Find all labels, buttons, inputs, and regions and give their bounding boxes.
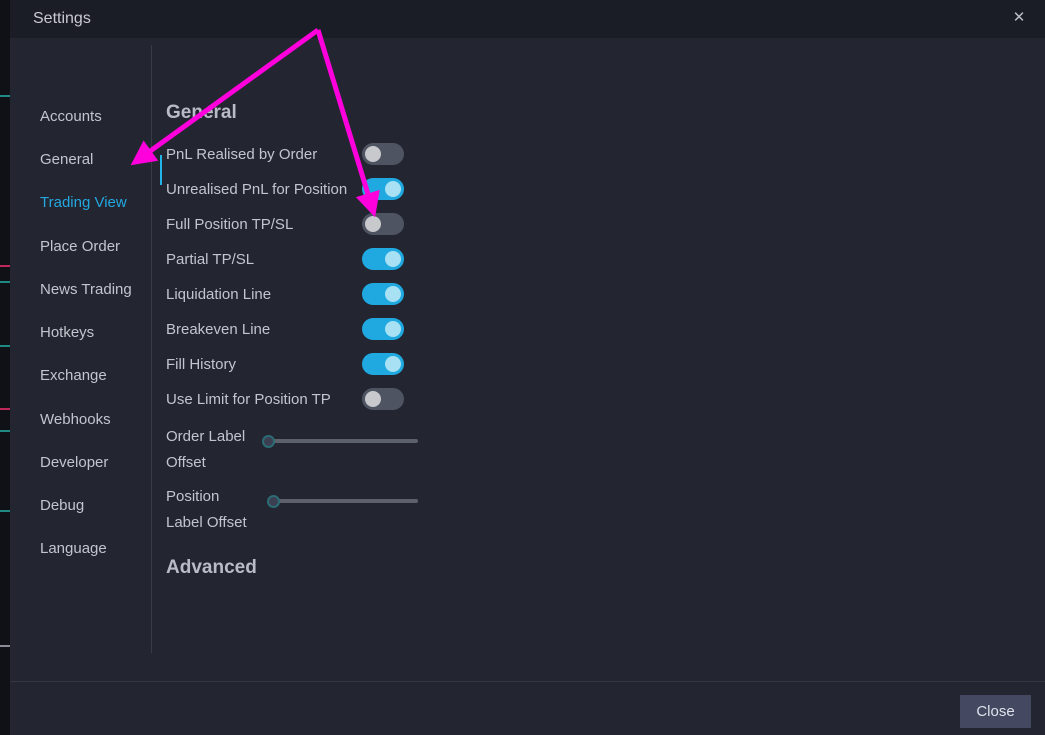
- settings-modal: Settings ✕ Accounts General Trading View Pl…: [10, 0, 1045, 735]
- toggle-knob: [365, 216, 381, 232]
- background-app-strip: [0, 0, 10, 735]
- toggle-use-limit-for-position-tp[interactable]: [362, 388, 404, 410]
- toggle-partial-tp-sl[interactable]: [362, 248, 404, 270]
- slider-knob-position[interactable]: [267, 495, 280, 508]
- footer-divider: [10, 681, 1045, 682]
- price-tick-5: [0, 430, 10, 432]
- toggle-knob: [365, 391, 381, 407]
- label-pnl-realised-by-order: PnL Realised by Order: [166, 146, 318, 163]
- toggle-knob: [385, 251, 401, 267]
- toggle-knob: [385, 356, 401, 372]
- toggle-knob: [365, 146, 381, 162]
- label-use-limit-for-position-tp: Use Limit for Position TP: [166, 391, 331, 408]
- slider-track-position[interactable]: [275, 499, 418, 503]
- price-tick-6: [0, 510, 10, 512]
- section-title-general: General: [166, 102, 237, 123]
- label-unrealised-pnl-for-position: Unrealised PnL for Position: [166, 181, 348, 198]
- toggle-unrealised-pnl-for-position[interactable]: [362, 178, 404, 200]
- toggle-knob: [385, 321, 401, 337]
- label-breakeven-line: Breakeven Line: [166, 321, 271, 338]
- page-title: Settings: [33, 10, 91, 27]
- price-tick-1: [0, 265, 10, 267]
- toggle-full-position-tp-sl[interactable]: [362, 213, 404, 235]
- price-tick-0: [0, 95, 10, 97]
- toggle-fill-history[interactable]: [362, 353, 404, 375]
- slider-label-order-label-line2: Offset: [166, 454, 206, 471]
- toggle-knob: [385, 181, 401, 197]
- toggle-breakeven-line[interactable]: [362, 318, 404, 340]
- slider-label-position: Position: [166, 488, 220, 505]
- price-tick-4: [0, 408, 10, 410]
- section-title-advanced: Advanced: [166, 557, 257, 578]
- price-tick-3: [0, 345, 10, 347]
- label-liquidation-line: Liquidation Line: [166, 286, 272, 303]
- label-full-position-tp-sl: Full Position TP/SL: [166, 216, 294, 233]
- close-x-icon[interactable]: ✕: [1005, 4, 1033, 32]
- slider-label-order-label: Order Label: [166, 428, 246, 445]
- toggle-knob: [385, 286, 401, 302]
- slider-label-position-line2: Label Offset: [166, 514, 247, 531]
- toggle-pnl-realised-by-order[interactable]: [362, 143, 404, 165]
- toggle-liquidation-line[interactable]: [362, 283, 404, 305]
- slider-track-order-label[interactable]: [270, 439, 418, 443]
- slider-knob-order-label[interactable]: [262, 435, 275, 448]
- label-partial-tp-sl: Partial TP/SL: [166, 251, 255, 268]
- price-tick-2: [0, 281, 10, 283]
- modal-titlebar: Settings ✕: [10, 0, 1045, 38]
- close-button[interactable]: Close: [960, 695, 1031, 728]
- settings-content: General Advanced PnL Realised by Order Unre…: [10, 38, 1045, 653]
- price-tick-7: [0, 645, 10, 647]
- label-fill-history: Fill History: [166, 356, 236, 373]
